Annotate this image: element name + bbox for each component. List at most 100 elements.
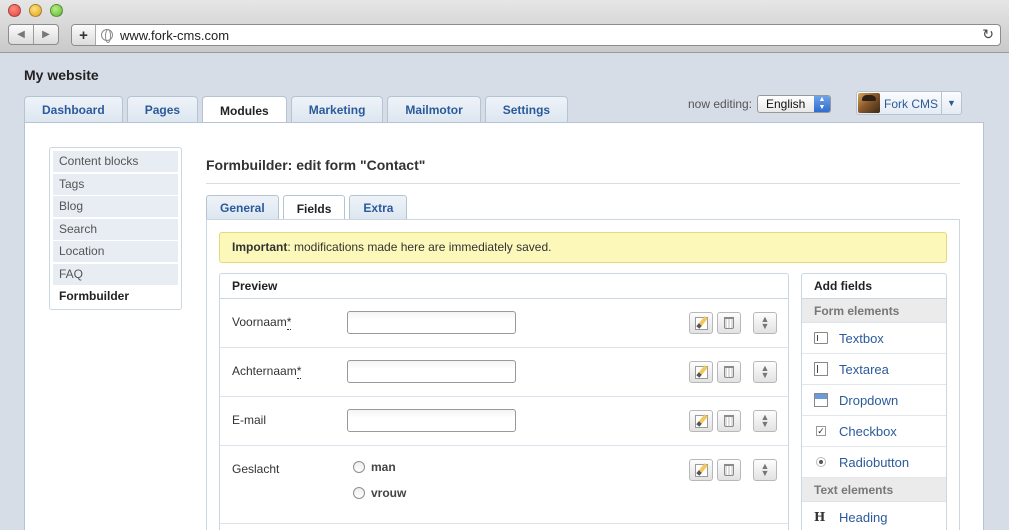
- field-row-email: E-mail ▲ ▼: [220, 397, 788, 446]
- add-item-label[interactable]: Dropdown: [839, 393, 898, 408]
- tab-pages[interactable]: Pages: [126, 96, 199, 123]
- edit-field-button[interactable]: [689, 312, 713, 334]
- notice-strong: Important: [232, 240, 288, 254]
- delete-field-button[interactable]: [717, 361, 741, 383]
- page-title: Formbuilder: edit form "Contact": [206, 157, 426, 173]
- field-label-text: Voornaam: [232, 315, 287, 329]
- minimize-window-button[interactable]: [29, 4, 42, 17]
- edit-field-button[interactable]: [689, 361, 713, 383]
- textarea-icon: [814, 362, 828, 376]
- delete-field-button[interactable]: [717, 459, 741, 481]
- trash-icon: [724, 415, 734, 427]
- tab-extra[interactable]: Extra: [349, 195, 408, 220]
- move-icon: ▲ ▼: [760, 314, 770, 331]
- drag-handle[interactable]: ▲ ▼: [753, 459, 777, 481]
- form-elements-heading: Form elements: [802, 299, 946, 323]
- globe-icon: [101, 29, 113, 43]
- radio-label: vrouw: [371, 486, 407, 500]
- field-label-text: E-mail: [232, 413, 267, 427]
- pencil-icon: [694, 365, 708, 379]
- avatar: [858, 93, 880, 113]
- sidebar-item-content-blocks[interactable]: Content blocks: [53, 151, 178, 172]
- address-bar[interactable]: + www.fork-cms.com ↻: [71, 24, 1001, 46]
- radio-option-vrouw[interactable]: vrouw: [353, 486, 406, 500]
- url-text[interactable]: www.fork-cms.com: [120, 28, 229, 43]
- sidebar-item-search[interactable]: Search: [53, 218, 178, 240]
- field-label: Voornaam*: [232, 315, 292, 330]
- add-bookmark-button[interactable]: +: [72, 25, 96, 45]
- user-menu[interactable]: Fork CMS ▼: [856, 91, 962, 115]
- important-notice: Important: modifications made here are i…: [219, 232, 947, 263]
- site-title[interactable]: My website: [24, 67, 99, 83]
- add-checkbox-item[interactable]: ✓ Checkbox: [802, 416, 946, 447]
- field-label-text: Achternaam: [232, 364, 297, 378]
- sidebar-item-blog[interactable]: Blog: [53, 196, 178, 217]
- tab-marketing[interactable]: Marketing: [290, 96, 384, 123]
- move-icon: ▲ ▼: [760, 363, 770, 380]
- add-item-label[interactable]: Radiobutton: [839, 455, 909, 470]
- trash-icon: [724, 464, 734, 476]
- add-radiobutton-item[interactable]: Radiobutton: [802, 447, 946, 478]
- tab-settings[interactable]: Settings: [484, 96, 569, 123]
- checkbox-icon: ✓: [816, 426, 826, 436]
- sidebar-item-location[interactable]: Location: [53, 241, 178, 262]
- add-dropdown-item[interactable]: Dropdown: [802, 385, 946, 416]
- back-button[interactable]: ◀: [9, 25, 33, 44]
- delete-field-button[interactable]: [717, 410, 741, 432]
- delete-field-button[interactable]: [717, 312, 741, 334]
- preview-box: Preview Voornaam* ▲ ▼ Achternaam* ▲ ▼ E-ma…: [219, 273, 789, 530]
- email-input[interactable]: [347, 409, 516, 432]
- add-heading-item[interactable]: H Heading: [802, 502, 946, 530]
- radio-option-man[interactable]: man: [353, 460, 396, 474]
- sidebar-item-formbuilder[interactable]: Formbuilder: [53, 286, 178, 307]
- main-nav-tabs: Dashboard Pages Modules Marketing Mailmo…: [24, 96, 572, 124]
- add-item-label[interactable]: Textbox: [839, 331, 884, 346]
- close-window-button[interactable]: [8, 4, 21, 17]
- trash-icon: [724, 366, 734, 378]
- add-textbox-item[interactable]: Textbox: [802, 323, 946, 354]
- tab-fields[interactable]: Fields: [282, 195, 346, 221]
- add-item-label[interactable]: Textarea: [839, 362, 889, 377]
- radiobutton-icon: [816, 457, 826, 467]
- radio-button[interactable]: [353, 461, 365, 473]
- tab-modules[interactable]: Modules: [202, 96, 287, 124]
- reload-icon[interactable]: ↻: [982, 26, 994, 43]
- drag-handle[interactable]: ▲ ▼: [753, 361, 777, 383]
- user-name[interactable]: Fork CMS: [884, 97, 938, 111]
- add-item-label[interactable]: Checkbox: [839, 424, 897, 439]
- back-forward-group: ◀ ▶: [8, 24, 59, 45]
- form-subtabs: General Fields Extra: [206, 195, 411, 221]
- language-select[interactable]: English ▲ ▼: [757, 95, 831, 113]
- field-row-voornaam: Voornaam* ▲ ▼: [220, 299, 788, 348]
- preview-heading: Preview: [220, 274, 788, 299]
- browser-toolbar: ◀ ▶ + www.fork-cms.com ↻: [0, 0, 1009, 53]
- field-label: Geslacht: [232, 462, 280, 476]
- field-label: Achternaam*: [232, 364, 302, 379]
- edit-field-button[interactable]: [689, 410, 713, 432]
- edit-field-button[interactable]: [689, 459, 713, 481]
- chevron-down-icon[interactable]: ▼: [941, 92, 961, 114]
- move-icon: ▲ ▼: [760, 461, 770, 478]
- notice-text: : modifications made here are immediatel…: [287, 240, 552, 254]
- tab-general[interactable]: General: [206, 195, 279, 220]
- drag-handle[interactable]: ▲ ▼: [753, 410, 777, 432]
- sidebar-item-faq[interactable]: FAQ: [53, 263, 178, 285]
- drag-handle[interactable]: ▲ ▼: [753, 312, 777, 334]
- achternaam-input[interactable]: [347, 360, 516, 383]
- forward-button[interactable]: ▶: [33, 25, 58, 44]
- title-divider: [206, 183, 960, 184]
- now-editing-label: now editing:: [688, 97, 753, 111]
- add-textarea-item[interactable]: Textarea: [802, 354, 946, 385]
- module-sidebar: Content blocks Tags Blog Search Location…: [49, 147, 182, 310]
- voornaam-input[interactable]: [347, 311, 516, 334]
- add-fields-box: Add fields Form elements Textbox Textare…: [801, 273, 947, 530]
- required-marker: *: [296, 364, 302, 379]
- tab-dashboard[interactable]: Dashboard: [24, 96, 123, 123]
- zoom-window-button[interactable]: [50, 4, 63, 17]
- textbox-icon: [814, 332, 828, 344]
- add-item-label[interactable]: Heading: [839, 510, 887, 525]
- language-value: English: [766, 97, 806, 111]
- sidebar-item-tags[interactable]: Tags: [53, 173, 178, 195]
- tab-mailmotor[interactable]: Mailmotor: [387, 96, 481, 123]
- radio-button[interactable]: [353, 487, 365, 499]
